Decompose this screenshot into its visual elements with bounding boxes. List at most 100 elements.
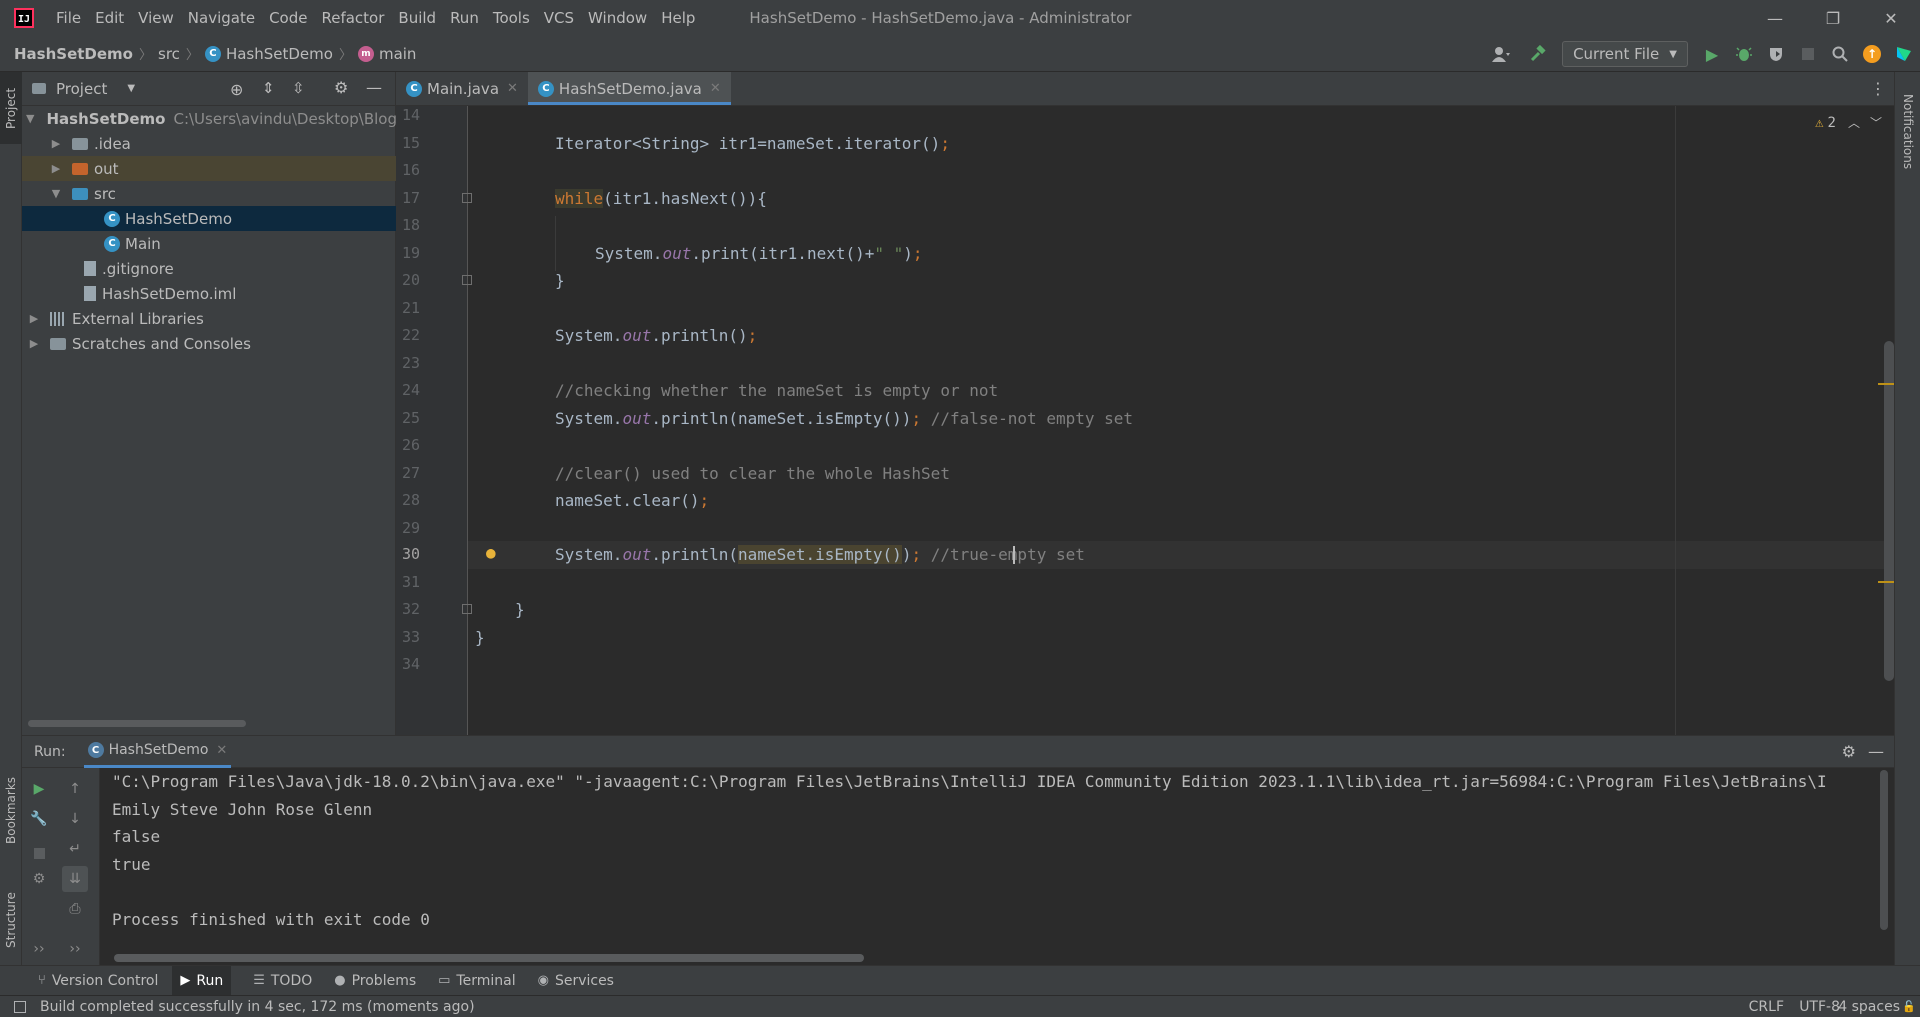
chevron-up-icon[interactable]: ︿ xyxy=(1848,114,1860,131)
stop-icon[interactable] xyxy=(26,840,52,866)
hide-panel-icon[interactable]: — xyxy=(366,78,382,97)
chevron-right-icon[interactable]: ▶ xyxy=(48,162,64,175)
gear-icon[interactable]: ⚙ xyxy=(1842,742,1856,761)
run-tab-hashsetdemo[interactable]: C HashSetDemo ✕ xyxy=(83,736,232,768)
camera-icon[interactable]: ⚙ xyxy=(26,866,52,892)
console-vertical-scrollbar[interactable] xyxy=(1880,770,1888,930)
tab-hashsetdemo-java[interactable]: C HashSetDemo.java ✕ xyxy=(527,72,731,105)
menu-build[interactable]: Build xyxy=(398,9,436,27)
breadcrumb-folder[interactable]: src xyxy=(158,45,180,63)
tree-item-scratches[interactable]: ▶ Scratches and Consoles xyxy=(22,331,396,356)
tree-item-iml[interactable]: HashSetDemo.iml xyxy=(22,281,396,306)
menu-tools[interactable]: Tools xyxy=(493,9,530,27)
indent-indicator[interactable]: 4 spaces xyxy=(1838,999,1900,1015)
print-icon[interactable]: ⎙ xyxy=(62,896,88,922)
inspection-widget[interactable]: ⚠ 2 ︿ ﹀ xyxy=(1815,114,1882,131)
menu-view[interactable]: View xyxy=(138,9,174,27)
arrow-up-icon[interactable]: ↑ xyxy=(62,776,88,802)
stripe-tab-bookmarks[interactable]: Bookmarks xyxy=(0,765,22,855)
chevron-right-icon[interactable]: ▶ xyxy=(26,312,42,325)
tree-item-out[interactable]: ▶ out xyxy=(22,156,396,181)
close-icon[interactable]: ✕ xyxy=(507,81,518,96)
chevron-down-icon[interactable]: ▼ xyxy=(48,187,64,200)
warning-stripe-mark[interactable] xyxy=(1878,383,1894,385)
menu-window[interactable]: Window xyxy=(588,9,647,27)
jetbrains-logo-icon[interactable] xyxy=(1888,38,1920,70)
stripe-tab-notifications[interactable]: Notifications xyxy=(1895,82,1920,182)
run-configuration-select[interactable]: Current File ▼ xyxy=(1562,41,1688,67)
breadcrumb-class[interactable]: C HashSetDemo xyxy=(204,45,333,63)
tool-tab-run[interactable]: ▶ Run xyxy=(172,965,232,996)
project-panel-title[interactable]: Project xyxy=(56,80,107,98)
collapse-all-icon[interactable]: ⇳ xyxy=(292,79,305,97)
stripe-tab-project[interactable]: Project xyxy=(0,72,22,144)
expand-all-icon[interactable]: ⇕ xyxy=(262,79,275,97)
soft-wrap-icon[interactable]: ↵ xyxy=(62,836,88,862)
stop-icon[interactable] xyxy=(1792,38,1824,70)
debug-icon[interactable] xyxy=(1728,38,1760,70)
close-icon[interactable]: ✕ xyxy=(710,81,721,96)
tree-item-main-class[interactable]: C Main xyxy=(22,231,396,256)
tree-item-idea[interactable]: ▶ .idea xyxy=(22,131,396,156)
menu-run[interactable]: Run xyxy=(450,9,479,27)
update-icon[interactable]: ↑ xyxy=(1856,38,1888,70)
menu-code[interactable]: Code xyxy=(269,9,307,27)
menu-help[interactable]: Help xyxy=(661,9,695,27)
status-message[interactable]: Build completed successfully in 4 sec, 1… xyxy=(40,999,475,1015)
stripe-tab-structure[interactable]: Structure xyxy=(0,880,22,960)
wrench-icon[interactable]: 🔧 xyxy=(26,806,52,832)
console-horizontal-scrollbar[interactable] xyxy=(114,954,864,962)
chevron-down-icon[interactable]: ﹀ xyxy=(1870,114,1882,131)
breadcrumb-method[interactable]: m main xyxy=(357,45,416,63)
more-tabs-icon[interactable]: ⋮ xyxy=(1870,79,1886,98)
warning-stripe-mark[interactable] xyxy=(1878,581,1894,583)
coverage-icon[interactable] xyxy=(1760,38,1792,70)
tree-item-gitignore[interactable]: .gitignore xyxy=(22,256,396,281)
toggle-tool-windows-icon[interactable] xyxy=(14,1000,26,1013)
project-horizontal-scrollbar[interactable] xyxy=(28,720,246,727)
breadcrumb-project[interactable]: HashSetDemo xyxy=(14,45,133,63)
editor-vertical-scrollbar[interactable] xyxy=(1884,341,1894,681)
tool-tab-todo[interactable]: ☰ TODO xyxy=(253,966,312,996)
build-hammer-icon[interactable] xyxy=(1522,38,1554,70)
locate-icon[interactable]: ⊕ xyxy=(230,80,243,99)
chevron-right-icon[interactable]: ▶ xyxy=(48,137,64,150)
lock-icon[interactable]: 🔓 xyxy=(1902,1000,1916,1013)
rerun-icon[interactable]: ▶ xyxy=(26,776,52,802)
menu-refactor[interactable]: Refactor xyxy=(321,9,384,27)
tree-item-hashsetdemo-class[interactable]: C HashSetDemo xyxy=(22,206,396,231)
hide-panel-icon[interactable]: — xyxy=(1868,742,1884,761)
more-icon[interactable]: ›› xyxy=(62,936,88,962)
tree-item-src[interactable]: ▼ src xyxy=(22,181,396,206)
line-separator-indicator[interactable]: CRLF xyxy=(1749,999,1784,1015)
arrow-down-icon[interactable]: ↓ xyxy=(62,806,88,832)
chevron-down-icon[interactable]: ▼ xyxy=(26,112,34,125)
lightbulb-icon[interactable]: ● xyxy=(486,543,496,562)
menu-navigate[interactable]: Navigate xyxy=(188,9,255,27)
run-icon[interactable]: ▶ xyxy=(1696,38,1728,70)
tool-tab-version-control[interactable]: ⑂ Version Control xyxy=(38,966,158,996)
console-output[interactable]: "C:\Program Files\Java\jdk-18.0.2\bin\ja… xyxy=(112,768,1894,966)
tool-tab-services[interactable]: ◉ Services xyxy=(538,966,614,996)
more-icon[interactable]: ›› xyxy=(26,936,52,962)
close-window-button[interactable]: ✕ xyxy=(1862,0,1920,36)
chevron-down-icon[interactable]: ▼ xyxy=(127,83,135,94)
minimize-button[interactable]: — xyxy=(1746,0,1804,36)
fold-marker-icon[interactable] xyxy=(462,275,472,285)
tool-tab-problems[interactable]: ● Problems xyxy=(334,966,416,996)
close-icon[interactable]: ✕ xyxy=(216,743,227,758)
menu-vcs[interactable]: VCS xyxy=(544,9,574,27)
chevron-right-icon[interactable]: ▶ xyxy=(26,337,42,350)
search-icon[interactable] xyxy=(1824,38,1856,70)
account-icon[interactable] xyxy=(1482,38,1522,70)
tree-item-external-libraries[interactable]: ▶ External Libraries xyxy=(22,306,396,331)
menu-edit[interactable]: Edit xyxy=(95,9,124,27)
tool-tab-terminal[interactable]: ▭ Terminal xyxy=(438,966,515,996)
tree-item-project-root[interactable]: ▼ HashSetDemo C:\Users\avindu\Desktop\Bl… xyxy=(22,106,396,131)
fold-marker-icon[interactable] xyxy=(462,604,472,614)
gear-icon[interactable]: ⚙ xyxy=(334,78,348,97)
fold-marker-icon[interactable] xyxy=(462,193,472,203)
scroll-to-end-icon[interactable]: ⇊ xyxy=(62,866,88,892)
tab-main-java[interactable]: C Main.java ✕ xyxy=(396,72,528,105)
menu-file[interactable]: File xyxy=(56,9,81,27)
